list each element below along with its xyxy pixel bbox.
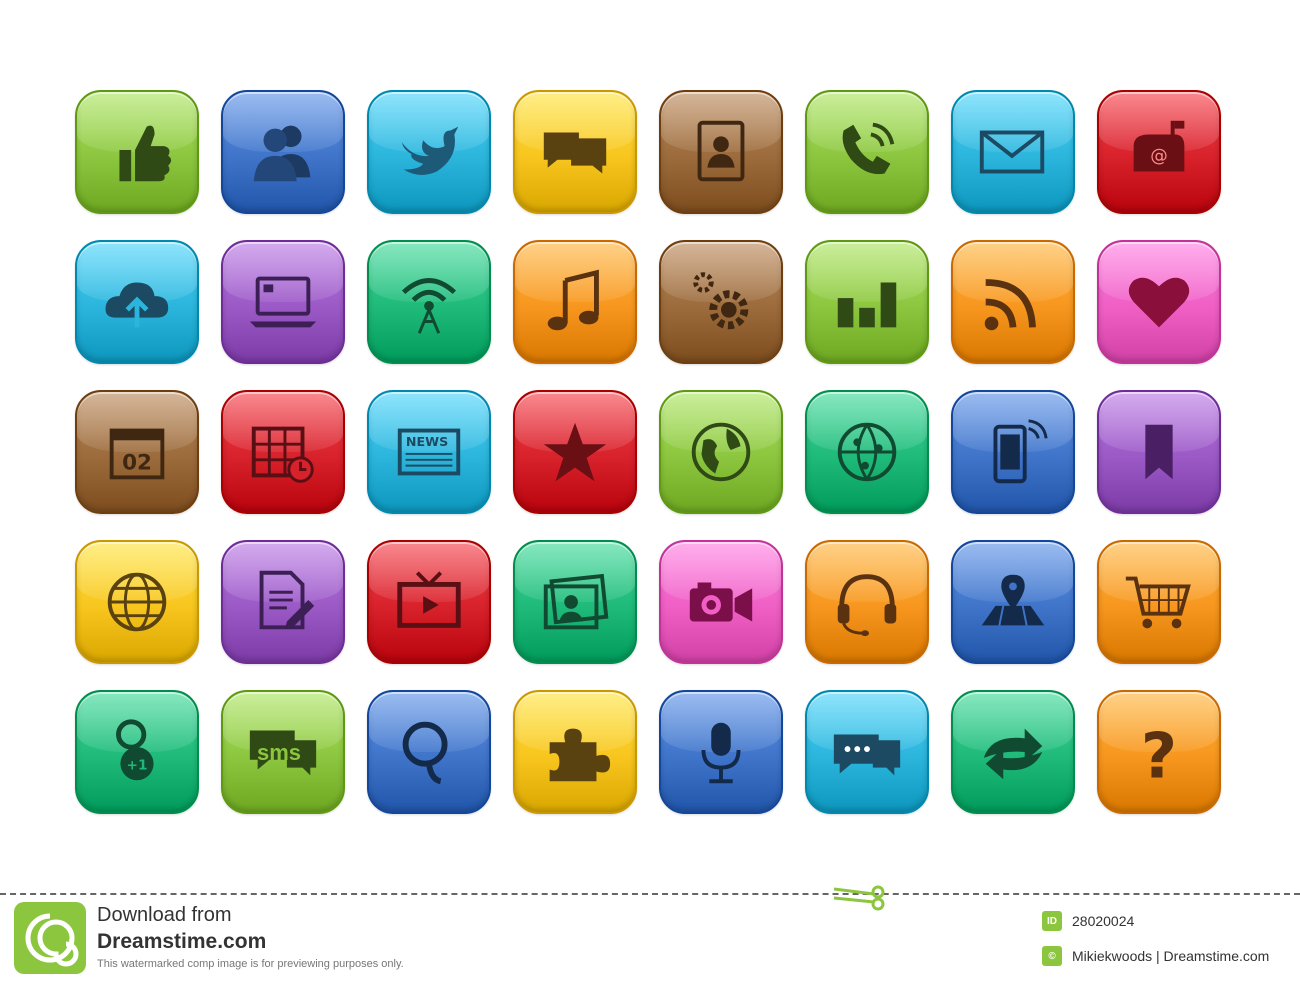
shopping-cart-icon: [1125, 576, 1191, 629]
bar-chart-icon: [837, 282, 897, 328]
app-tile[interactable]: [805, 90, 929, 214]
app-tile[interactable]: sms: [221, 690, 345, 814]
share-arrows-icon: [983, 728, 1043, 780]
app-tile[interactable]: [951, 240, 1075, 364]
chat-bubbles-icon: [543, 132, 607, 174]
calendar-date-icon: 02: [109, 428, 165, 480]
laptop-icon: [249, 276, 317, 328]
app-tile[interactable]: @: [1097, 90, 1221, 214]
app-tile[interactable]: [1097, 390, 1221, 514]
credit-text: Mikiekwoods | Dreamstime.com: [1072, 948, 1270, 964]
rss-icon: [984, 279, 1036, 331]
app-tile[interactable]: 02: [75, 390, 199, 514]
settings-gears-icon: [693, 272, 749, 330]
twitter-bird-icon: [401, 126, 459, 175]
app-tile[interactable]: [221, 90, 345, 214]
music-note-icon: [547, 269, 599, 331]
app-tile[interactable]: [805, 390, 929, 514]
app-tile[interactable]: [513, 690, 637, 814]
app-tile[interactable]: [367, 240, 491, 364]
mail-icon: [979, 130, 1045, 174]
svg-text:02: 02: [122, 451, 152, 476]
app-tile[interactable]: [805, 540, 929, 664]
mobile-phone-icon: [993, 419, 1048, 484]
address-book-icon: [697, 120, 745, 182]
copyright-icon: ©: [1042, 946, 1062, 966]
app-tile[interactable]: [951, 690, 1075, 814]
photo-contact-icon: [543, 573, 609, 630]
app-tile[interactable]: [75, 240, 199, 364]
mailbox-icon: @: [1133, 120, 1185, 172]
app-tile[interactable]: [659, 390, 783, 514]
document-edit-icon: [259, 570, 315, 630]
app-tile[interactable]: [75, 90, 199, 214]
app-tile[interactable]: [221, 240, 345, 364]
scissors-icon: [833, 885, 885, 911]
image-id: 28020024: [1072, 913, 1135, 929]
app-tile[interactable]: [221, 540, 345, 664]
app-tile[interactable]: [221, 390, 345, 514]
globe-grid-icon: [107, 572, 167, 632]
app-tile[interactable]: ?: [1097, 690, 1221, 814]
network-globe-icon: [837, 422, 897, 482]
app-tile[interactable]: [659, 240, 783, 364]
app-tile[interactable]: [367, 540, 491, 664]
search-icon: [402, 721, 448, 785]
app-tile[interactable]: [659, 90, 783, 214]
app-tile[interactable]: [513, 540, 637, 664]
earth-icon: [691, 422, 751, 482]
users-icon: [253, 125, 311, 182]
heart-icon: [1128, 277, 1190, 328]
cloud-upload-icon: [105, 282, 169, 328]
app-tile[interactable]: [1097, 540, 1221, 664]
headset-icon: [837, 574, 897, 637]
puzzle-icon: [549, 728, 611, 782]
app-tile[interactable]: [75, 540, 199, 664]
app-tile[interactable]: [513, 240, 637, 364]
svg-text:@: @: [1150, 147, 1168, 167]
id-badge: ID: [1042, 911, 1062, 931]
app-tile[interactable]: [951, 390, 1075, 514]
svg-text:NEWS: NEWS: [406, 434, 448, 449]
app-tile[interactable]: NEWS: [367, 390, 491, 514]
cut-line: [0, 893, 1300, 895]
app-tile[interactable]: [513, 90, 637, 214]
star-icon: [543, 422, 607, 482]
question-icon: ?: [1141, 719, 1177, 791]
thumbs-up-icon: [119, 125, 172, 182]
map-pin-icon: [981, 574, 1045, 626]
download-from-text: Download from: [97, 904, 232, 926]
tv-play-icon: [397, 571, 461, 628]
svg-text:+1: +1: [127, 758, 148, 774]
app-tile[interactable]: [951, 90, 1075, 214]
sms-label: sms: [257, 740, 302, 765]
dreamstime-logo-icon: [14, 902, 86, 974]
site-name: Dreamstime.com: [97, 930, 267, 953]
newspaper-icon: NEWS: [397, 428, 461, 476]
app-tile[interactable]: [805, 690, 929, 814]
watermark-note: This watermarked comp image is for previ…: [97, 958, 404, 970]
calendar-clock-icon: [251, 426, 314, 483]
app-tile[interactable]: [367, 690, 491, 814]
icon-grid: @02 NEWS +1 sms?: [75, 90, 1221, 814]
app-tile[interactable]: [659, 690, 783, 814]
chat-dots-icon: [833, 734, 901, 776]
svg-text:?: ?: [1141, 719, 1177, 791]
app-tile[interactable]: [951, 540, 1075, 664]
app-tile[interactable]: +1: [75, 690, 199, 814]
bookmark-icon: [1145, 424, 1173, 480]
app-tile[interactable]: [1097, 240, 1221, 364]
google-plus-icon: +1: [116, 719, 154, 781]
app-tile[interactable]: [367, 90, 491, 214]
app-tile[interactable]: [805, 240, 929, 364]
phone-icon: [842, 122, 895, 175]
camera-icon: [689, 582, 753, 622]
app-tile[interactable]: [659, 540, 783, 664]
app-tile[interactable]: [513, 390, 637, 514]
antenna-icon: [401, 278, 457, 334]
microphone-icon: [701, 722, 741, 784]
